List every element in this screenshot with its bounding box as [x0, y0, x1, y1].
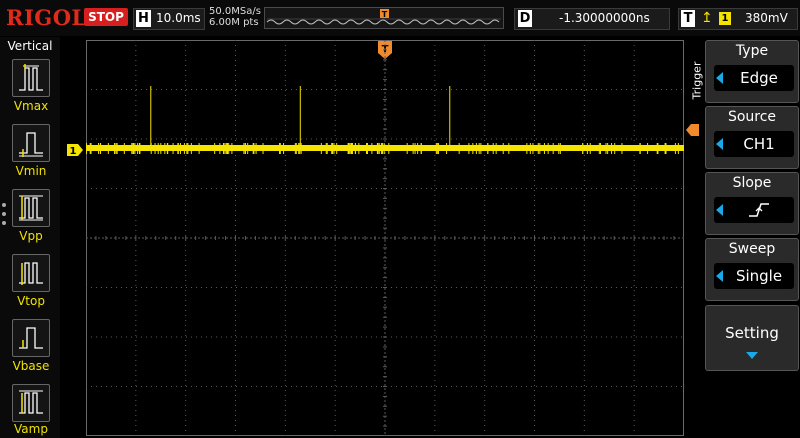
- acquisition-info: 50.0MSa/s 6.00M pts: [209, 6, 261, 28]
- scroll-dots: [2, 203, 6, 230]
- rigol-logo: RIGOL: [6, 5, 87, 30]
- trigger-level-marker[interactable]: [685, 123, 701, 137]
- vmax-icon: [19, 64, 43, 91]
- trigger-channel-badge: 1: [719, 12, 731, 25]
- sweep-value: Single: [735, 267, 783, 285]
- slope-selector[interactable]: [714, 197, 794, 223]
- trigger-status[interactable]: T ↥ 1 380mV: [678, 8, 798, 30]
- vmax-label: Vmax: [13, 99, 49, 113]
- source-selector[interactable]: CH1: [714, 131, 794, 157]
- sweep-selector[interactable]: Single: [714, 263, 794, 289]
- run-stop-indicator[interactable]: STOP: [84, 8, 128, 26]
- rising-edge-icon: [749, 203, 769, 217]
- measure-vpp-button[interactable]: [12, 189, 50, 227]
- measure-vamp-button[interactable]: [12, 384, 50, 422]
- type-selector[interactable]: Edge: [714, 65, 794, 91]
- source-value: CH1: [743, 135, 775, 153]
- timebase-value: 10.0ms: [156, 11, 201, 25]
- chevron-down-icon: [746, 352, 758, 359]
- overview-trigger-text: T: [382, 10, 388, 19]
- waveform-trace: [86, 145, 684, 151]
- waveform-display[interactable]: [86, 40, 684, 436]
- trigger-type-menu[interactable]: Type Edge: [705, 40, 799, 103]
- type-value: Edge: [740, 69, 778, 87]
- status-bar: RIGOL STOP H 10.0ms 50.0MSa/s 6.00M pts …: [0, 0, 800, 36]
- vbase-icon: [19, 327, 43, 349]
- setting-title: Setting: [725, 324, 779, 342]
- vtop-icon: [19, 262, 43, 285]
- trigger-level: 380mV: [745, 11, 788, 25]
- sweep-title: Sweep: [728, 241, 776, 257]
- vpp-icon: [19, 195, 43, 221]
- measure-vmin-button[interactable]: [12, 124, 50, 162]
- left-arrow-icon: [716, 270, 723, 282]
- rising-edge-icon: ↥: [701, 10, 713, 26]
- source-title: Source: [727, 109, 777, 125]
- measure-vtop-button[interactable]: [12, 254, 50, 292]
- measurement-panel: Vertical Vmax Vmin Vpp Vtop Vbase Vamp: [0, 37, 60, 438]
- vamp-icon: [19, 390, 43, 414]
- channel1-marker[interactable]: 1: [66, 140, 86, 160]
- panel-title: Vertical: [7, 39, 53, 53]
- horizontal-timebase[interactable]: H 10.0ms: [133, 8, 205, 30]
- measure-vmax-button[interactable]: [12, 59, 50, 97]
- overview-waveform: T: [266, 9, 501, 25]
- vbase-label: Vbase: [12, 359, 50, 373]
- delay-key: D: [518, 10, 532, 27]
- trigger-delay[interactable]: D -1.30000000ns: [514, 8, 670, 30]
- trigger-key: T: [681, 10, 695, 27]
- vamp-label: Vamp: [14, 422, 48, 436]
- trigger-setting-button[interactable]: Setting: [705, 305, 799, 371]
- vmin-label: Vmin: [15, 164, 47, 178]
- horizontal-key: H: [136, 10, 151, 27]
- memory-overview[interactable]: T: [264, 7, 504, 29]
- trigger-source-menu[interactable]: Source CH1: [705, 106, 799, 169]
- vmin-icon: [19, 132, 43, 157]
- sample-rate: 50.0MSa/s: [209, 6, 261, 17]
- menu-section-label: Trigger: [690, 61, 704, 100]
- left-arrow-icon: [716, 138, 723, 150]
- type-title: Type: [735, 43, 769, 59]
- vpp-label: Vpp: [19, 229, 43, 243]
- memory-depth: 6.00M pts: [209, 17, 259, 28]
- trigger-slope-menu[interactable]: Slope: [705, 172, 799, 235]
- measure-vbase-button[interactable]: [12, 319, 50, 357]
- delay-value: -1.30000000ns: [559, 11, 650, 25]
- channel1-marker-text: 1: [70, 146, 77, 157]
- slope-title: Slope: [732, 175, 772, 191]
- vtop-label: Vtop: [17, 294, 45, 308]
- left-arrow-icon: [716, 204, 723, 216]
- left-arrow-icon: [716, 72, 723, 84]
- trigger-sweep-menu[interactable]: Sweep Single: [705, 238, 799, 301]
